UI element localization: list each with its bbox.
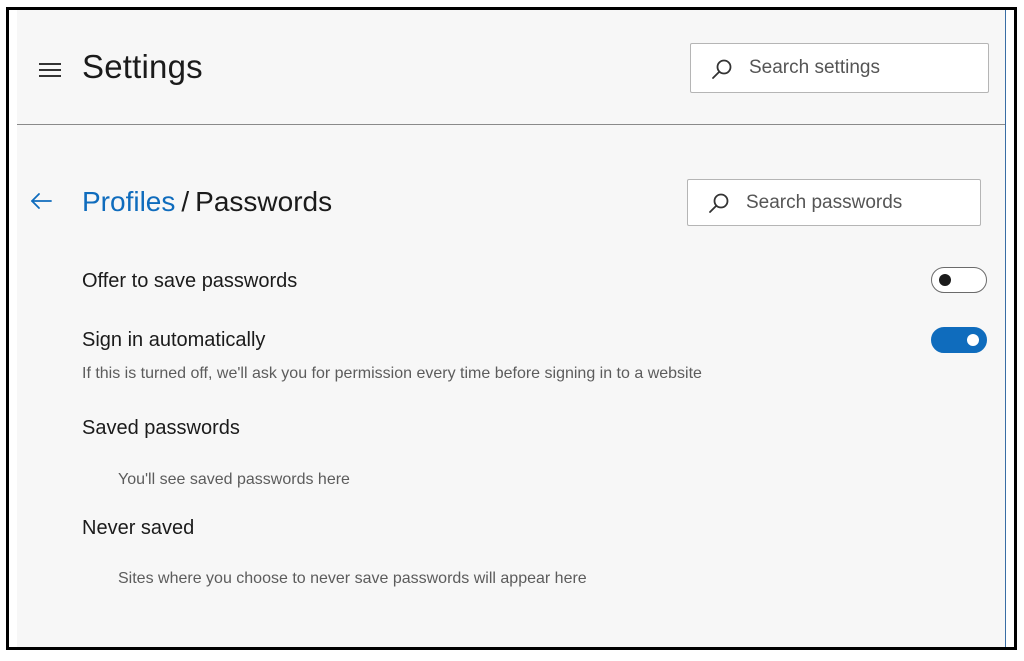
sign-in-automatically-description: If this is turned off, we'll ask you for… (82, 365, 702, 382)
offer-to-save-toggle[interactable] (931, 267, 987, 293)
breadcrumb-separator: / (181, 186, 190, 217)
settings-window: Settings Profiles/Passwords Offer to sav… (6, 7, 1017, 650)
search-settings-input[interactable] (749, 44, 976, 92)
never-saved-heading: Never saved (82, 517, 195, 539)
toggle-knob (939, 274, 951, 286)
search-settings-box[interactable] (690, 43, 989, 93)
saved-passwords-empty-message: You'll see saved passwords here (118, 471, 350, 488)
back-arrow-icon[interactable] (29, 191, 53, 211)
search-passwords-input[interactable] (746, 180, 968, 225)
search-icon (709, 193, 729, 213)
settings-header: Settings (17, 10, 1005, 125)
window-left-edge (9, 10, 17, 647)
hamburger-menu-icon[interactable] (39, 62, 61, 78)
never-saved-empty-message: Sites where you choose to never save pas… (118, 570, 587, 587)
breadcrumb-current: Passwords (195, 186, 333, 217)
search-passwords-box[interactable] (687, 179, 981, 226)
sign-in-automatically-label: Sign in automatically (82, 329, 266, 351)
sign-in-automatically-toggle[interactable] (931, 327, 987, 353)
search-icon (712, 59, 732, 79)
scrollbar-track[interactable] (1005, 10, 1014, 647)
breadcrumb: Profiles / Passwords (82, 186, 332, 218)
offer-to-save-label: Offer to save passwords (82, 270, 298, 292)
page-title: Settings (82, 48, 203, 85)
breadcrumb-profiles-link[interactable]: Profiles (82, 186, 175, 217)
toggle-knob (967, 334, 979, 346)
saved-passwords-heading: Saved passwords (82, 417, 240, 439)
